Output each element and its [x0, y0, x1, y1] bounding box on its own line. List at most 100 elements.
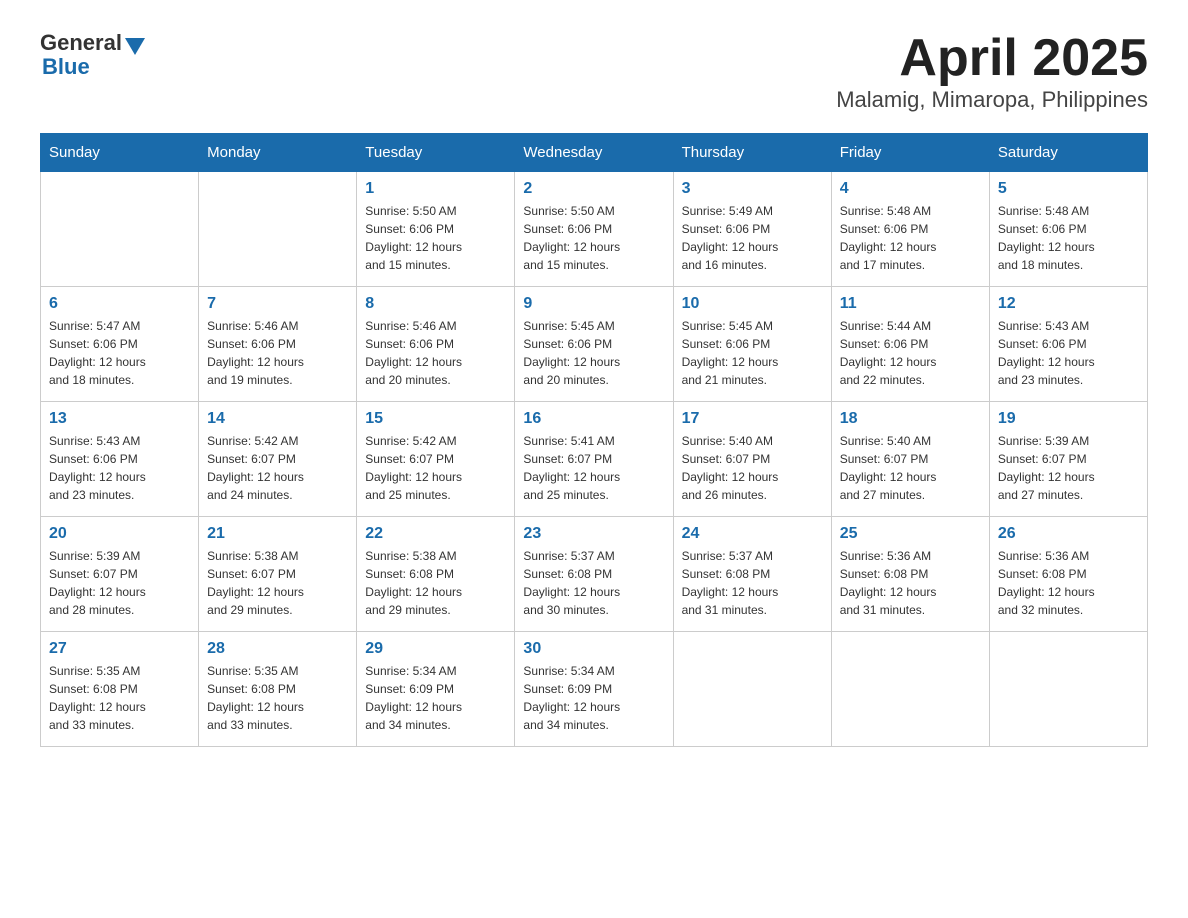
- col-monday: Monday: [199, 134, 357, 172]
- day-number: 10: [682, 295, 823, 313]
- day-number: 5: [998, 180, 1139, 198]
- table-row: 28 Sunrise: 5:35 AM Sunset: 6:08 PM Dayli…: [199, 632, 357, 747]
- table-row: 13 Sunrise: 5:43 AM Sunset: 6:06 PM Dayli…: [41, 402, 199, 517]
- col-friday: Friday: [831, 134, 989, 172]
- table-row: 12 Sunrise: 5:43 AM Sunset: 6:06 PM Dayli…: [989, 287, 1147, 402]
- table-row: 30 Sunrise: 5:34 AM Sunset: 6:09 PM Dayli…: [515, 632, 673, 747]
- day-info: Sunrise: 5:48 AM Sunset: 6:06 PM Dayligh…: [998, 202, 1139, 274]
- day-info: Sunrise: 5:34 AM Sunset: 6:09 PM Dayligh…: [523, 662, 664, 734]
- table-row: 6 Sunrise: 5:47 AM Sunset: 6:06 PM Daylig…: [41, 287, 199, 402]
- calendar-week-row: 1 Sunrise: 5:50 AM Sunset: 6:06 PM Daylig…: [41, 172, 1148, 287]
- day-number: 11: [840, 295, 981, 313]
- day-info: Sunrise: 5:34 AM Sunset: 6:09 PM Dayligh…: [365, 662, 506, 734]
- logo-general-text: General: [40, 30, 122, 56]
- day-info: Sunrise: 5:43 AM Sunset: 6:06 PM Dayligh…: [49, 432, 190, 504]
- day-number: 8: [365, 295, 506, 313]
- day-number: 30: [523, 640, 664, 658]
- day-number: 13: [49, 410, 190, 428]
- col-tuesday: Tuesday: [357, 134, 515, 172]
- table-row: 15Sunrise: 5:42 AM Sunset: 6:07 PM Dayli…: [357, 402, 515, 517]
- table-row: [831, 632, 989, 747]
- day-info: Sunrise: 5:36 AM Sunset: 6:08 PM Dayligh…: [840, 547, 981, 619]
- day-number: 26: [998, 525, 1139, 543]
- day-number: 16: [523, 410, 664, 428]
- table-row: 18 Sunrise: 5:40 AM Sunset: 6:07 PM Dayli…: [831, 402, 989, 517]
- day-info: Sunrise: 5:39 AM Sunset: 6:07 PM Dayligh…: [49, 547, 190, 619]
- table-row: 26 Sunrise: 5:36 AM Sunset: 6:08 PM Dayli…: [989, 517, 1147, 632]
- day-number: 12: [998, 295, 1139, 313]
- day-info: Sunrise: 5:40 AM Sunset: 6:07 PM Dayligh…: [682, 432, 823, 504]
- day-info: Sunrise: 5:45 AM Sunset: 6:06 PM Dayligh…: [682, 317, 823, 389]
- day-info: Sunrise: 5:49 AM Sunset: 6:06 PM Dayligh…: [682, 202, 823, 274]
- table-row: 7 Sunrise: 5:46 AM Sunset: 6:06 PM Daylig…: [199, 287, 357, 402]
- day-number: 9: [523, 295, 664, 313]
- table-row: 3Sunrise: 5:49 AM Sunset: 6:06 PM Daylig…: [673, 172, 831, 287]
- logo-arrow-icon: [125, 38, 145, 55]
- day-info: Sunrise: 5:47 AM Sunset: 6:06 PM Dayligh…: [49, 317, 190, 389]
- calendar-week-row: 20 Sunrise: 5:39 AM Sunset: 6:07 PM Dayli…: [41, 517, 1148, 632]
- day-info: Sunrise: 5:40 AM Sunset: 6:07 PM Dayligh…: [840, 432, 981, 504]
- table-row: 25 Sunrise: 5:36 AM Sunset: 6:08 PM Dayli…: [831, 517, 989, 632]
- table-row: [673, 632, 831, 747]
- day-number: 18: [840, 410, 981, 428]
- day-info: Sunrise: 5:50 AM Sunset: 6:06 PM Dayligh…: [365, 202, 506, 274]
- day-number: 6: [49, 295, 190, 313]
- day-info: Sunrise: 5:46 AM Sunset: 6:06 PM Dayligh…: [365, 317, 506, 389]
- day-info: Sunrise: 5:37 AM Sunset: 6:08 PM Dayligh…: [682, 547, 823, 619]
- page-title: April 2025: [836, 30, 1148, 87]
- day-info: Sunrise: 5:35 AM Sunset: 6:08 PM Dayligh…: [49, 662, 190, 734]
- day-number: 22: [365, 525, 506, 543]
- day-number: 28: [207, 640, 348, 658]
- day-number: 2: [523, 180, 664, 198]
- day-number: 4: [840, 180, 981, 198]
- table-row: [199, 172, 357, 287]
- table-row: 24Sunrise: 5:37 AM Sunset: 6:08 PM Dayli…: [673, 517, 831, 632]
- day-info: Sunrise: 5:36 AM Sunset: 6:08 PM Dayligh…: [998, 547, 1139, 619]
- day-number: 25: [840, 525, 981, 543]
- title-block: April 2025 Malamig, Mimaropa, Philippine…: [836, 30, 1148, 113]
- day-info: Sunrise: 5:42 AM Sunset: 6:07 PM Dayligh…: [207, 432, 348, 504]
- day-info: Sunrise: 5:48 AM Sunset: 6:06 PM Dayligh…: [840, 202, 981, 274]
- calendar-header-row: Sunday Monday Tuesday Wednesday Thursday…: [41, 134, 1148, 172]
- day-number: 1: [365, 180, 506, 198]
- col-wednesday: Wednesday: [515, 134, 673, 172]
- table-row: 29 Sunrise: 5:34 AM Sunset: 6:09 PM Dayli…: [357, 632, 515, 747]
- calendar-week-row: 13 Sunrise: 5:43 AM Sunset: 6:06 PM Dayli…: [41, 402, 1148, 517]
- day-info: Sunrise: 5:38 AM Sunset: 6:07 PM Dayligh…: [207, 547, 348, 619]
- day-info: Sunrise: 5:43 AM Sunset: 6:06 PM Dayligh…: [998, 317, 1139, 389]
- day-number: 7: [207, 295, 348, 313]
- logo: General Blue: [40, 30, 145, 80]
- table-row: 16 Sunrise: 5:41 AM Sunset: 6:07 PM Dayli…: [515, 402, 673, 517]
- table-row: 1 Sunrise: 5:50 AM Sunset: 6:06 PM Daylig…: [357, 172, 515, 287]
- table-row: 20 Sunrise: 5:39 AM Sunset: 6:07 PM Dayli…: [41, 517, 199, 632]
- table-row: 5 Sunrise: 5:48 AM Sunset: 6:06 PM Daylig…: [989, 172, 1147, 287]
- table-row: 11 Sunrise: 5:44 AM Sunset: 6:06 PM Dayli…: [831, 287, 989, 402]
- table-row: [41, 172, 199, 287]
- table-row: [989, 632, 1147, 747]
- calendar-week-row: 6 Sunrise: 5:47 AM Sunset: 6:06 PM Daylig…: [41, 287, 1148, 402]
- table-row: 14Sunrise: 5:42 AM Sunset: 6:07 PM Dayli…: [199, 402, 357, 517]
- day-info: Sunrise: 5:38 AM Sunset: 6:08 PM Dayligh…: [365, 547, 506, 619]
- day-info: Sunrise: 5:44 AM Sunset: 6:06 PM Dayligh…: [840, 317, 981, 389]
- col-saturday: Saturday: [989, 134, 1147, 172]
- col-sunday: Sunday: [41, 134, 199, 172]
- day-number: 20: [49, 525, 190, 543]
- table-row: 27Sunrise: 5:35 AM Sunset: 6:08 PM Dayli…: [41, 632, 199, 747]
- col-thursday: Thursday: [673, 134, 831, 172]
- day-number: 21: [207, 525, 348, 543]
- day-info: Sunrise: 5:41 AM Sunset: 6:07 PM Dayligh…: [523, 432, 664, 504]
- day-info: Sunrise: 5:50 AM Sunset: 6:06 PM Dayligh…: [523, 202, 664, 274]
- calendar-table: Sunday Monday Tuesday Wednesday Thursday…: [40, 133, 1148, 747]
- table-row: 2 Sunrise: 5:50 AM Sunset: 6:06 PM Daylig…: [515, 172, 673, 287]
- page-header: General Blue April 2025 Malamig, Mimarop…: [40, 30, 1148, 113]
- day-info: Sunrise: 5:46 AM Sunset: 6:06 PM Dayligh…: [207, 317, 348, 389]
- table-row: 10 Sunrise: 5:45 AM Sunset: 6:06 PM Dayli…: [673, 287, 831, 402]
- day-number: 29: [365, 640, 506, 658]
- day-info: Sunrise: 5:42 AM Sunset: 6:07 PM Dayligh…: [365, 432, 506, 504]
- day-number: 23: [523, 525, 664, 543]
- day-info: Sunrise: 5:35 AM Sunset: 6:08 PM Dayligh…: [207, 662, 348, 734]
- day-info: Sunrise: 5:37 AM Sunset: 6:08 PM Dayligh…: [523, 547, 664, 619]
- table-row: 8 Sunrise: 5:46 AM Sunset: 6:06 PM Daylig…: [357, 287, 515, 402]
- table-row: 21 Sunrise: 5:38 AM Sunset: 6:07 PM Dayli…: [199, 517, 357, 632]
- logo-blue-text: Blue: [42, 54, 90, 80]
